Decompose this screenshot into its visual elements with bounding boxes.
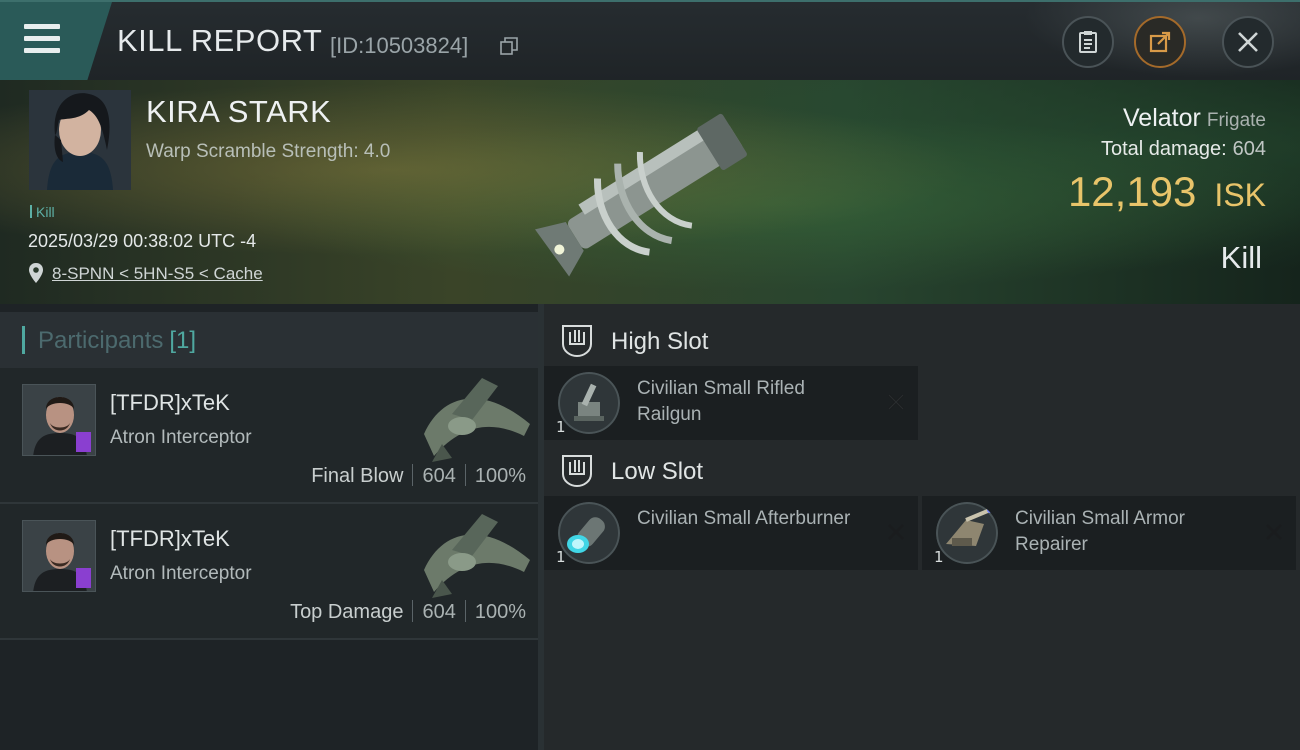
module-item[interactable]: 1 Civilian Small Afterburner (544, 496, 918, 570)
location-pin-icon (29, 263, 43, 283)
kill-tag: Kill (30, 204, 55, 220)
participant-percent: 100% (474, 465, 526, 487)
share-button[interactable] (1134, 16, 1186, 68)
isk-unit: ISK (1214, 177, 1266, 213)
module-name: Civilian Small Afterburner (637, 508, 851, 529)
ship-class: Frigate (1206, 110, 1266, 131)
victim-avatar[interactable] (29, 90, 131, 190)
module-name: Civilian Small Armor Repairer (1015, 508, 1185, 555)
participant-ship-image (424, 378, 530, 462)
kill-timestamp: 2025/03/29 00:38:02 UTC -4 (28, 231, 257, 251)
participants-title: Participants (38, 327, 164, 354)
low-slot-header: Low Slot (544, 440, 1300, 500)
location-link[interactable]: 8-SPNN < 5HN-S5 < Cache (52, 264, 263, 284)
ship-name: Velator (1123, 104, 1201, 132)
warp-scramble-strength: Warp Scramble Strength: 4.0 (146, 141, 391, 162)
participant-name: [TFDR]xTeK (110, 390, 230, 415)
isk-amount: 12,193 (1067, 168, 1197, 215)
participant-role: Final Blow (311, 465, 404, 487)
armor-repairer-icon (936, 502, 998, 564)
page-title: KILL REPORT (117, 23, 323, 58)
participant-ship: Atron Interceptor (110, 563, 252, 584)
victim-banner: KIRA STARK Warp Scramble Strength: 4.0 K… (0, 80, 1300, 304)
participant-row[interactable]: [TFDR]xTeK Atron Interceptor Final Blow 6… (0, 368, 538, 504)
participant-row[interactable]: [TFDR]xTeK Atron Interceptor Top Damage 6… (0, 504, 538, 640)
participant-role: Top Damage (290, 601, 404, 623)
isk-value: 12,193 ISK (1068, 168, 1266, 216)
module-qty: 1 (556, 418, 566, 436)
clipboard-button[interactable] (1062, 16, 1114, 68)
total-damage: Total damage: 604 (1101, 138, 1266, 161)
high-slot-icon (562, 325, 592, 358)
module-item[interactable]: 1 Civilian Small Armor Repairer (922, 496, 1296, 570)
victim-ship-image (534, 113, 747, 277)
participant-damage: 604 (422, 601, 456, 623)
clipboard-icon (1079, 31, 1097, 53)
participant-name: [TFDR]xTeK (110, 526, 230, 551)
hamburger-menu-icon[interactable] (24, 24, 60, 54)
total-damage-value: 604 (1232, 138, 1266, 160)
copy-icon[interactable] (500, 37, 518, 55)
participant-percent: 100% (474, 601, 526, 623)
remove-icon[interactable] (1264, 522, 1284, 542)
participants-header: Participants [1] (0, 312, 538, 368)
victim-ship: Velator Frigate (1123, 104, 1266, 133)
participants-count: [1] (169, 327, 197, 354)
remove-icon[interactable] (886, 522, 906, 542)
header-bar: KILL REPORT [ID:10503824] (0, 0, 1300, 82)
module-qty: 1 (934, 548, 944, 566)
high-slot-header: High Slot (544, 310, 1300, 370)
participants-panel: Participants [1] [TFDR]xTeK Atron Interce… (0, 304, 538, 750)
result-label: Kill (1220, 240, 1262, 275)
low-slot-title: Low Slot (611, 458, 704, 485)
railgun-icon (558, 372, 620, 434)
participant-ship: Atron Interceptor (110, 427, 252, 448)
module-item[interactable]: 1 Civilian Small Rifled Railgun (544, 366, 918, 440)
fitting-panel: High Slot 1 Civilian Small Rifled Railgu… (544, 304, 1300, 750)
close-icon (1238, 32, 1258, 52)
close-button[interactable] (1222, 16, 1274, 68)
remove-icon[interactable] (886, 392, 906, 412)
low-slot-icon (562, 455, 592, 488)
participant-ship-image (424, 514, 530, 598)
corp-badge (76, 568, 91, 588)
high-slot-title: High Slot (611, 328, 709, 355)
victim-name: KIRA STARK (146, 94, 332, 129)
participant-damage: 604 (422, 465, 456, 487)
report-id: [ID:10503824] (330, 33, 469, 58)
module-name: Civilian Small Rifled Railgun (637, 378, 805, 425)
participant-stats: Final Blow 604 100% (311, 464, 526, 488)
afterburner-icon (558, 502, 620, 564)
module-qty: 1 (556, 548, 566, 566)
corp-badge (76, 432, 91, 452)
participant-stats: Top Damage 604 100% (290, 600, 526, 624)
total-damage-label: Total damage: (1100, 138, 1227, 160)
share-icon (1149, 31, 1171, 53)
